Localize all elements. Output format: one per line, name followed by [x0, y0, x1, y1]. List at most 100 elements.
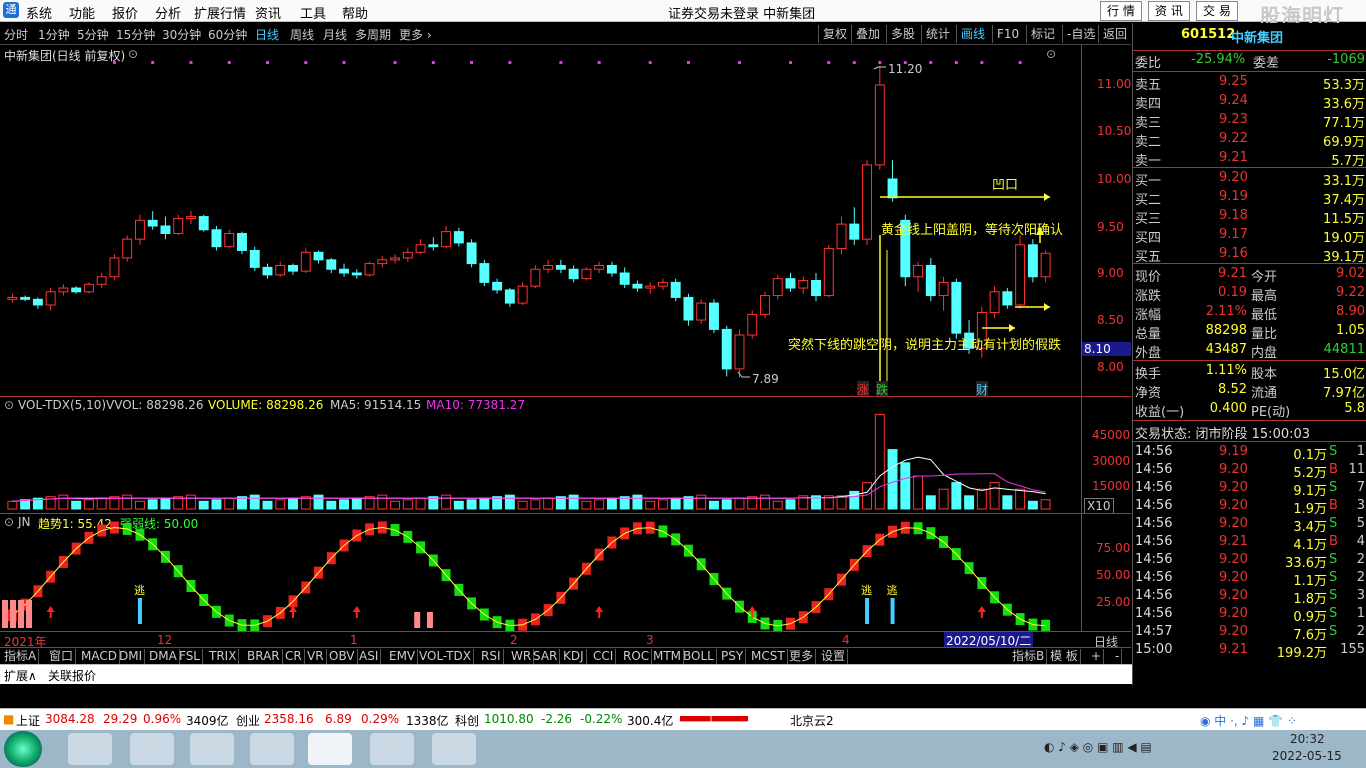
indicator-tab[interactable]: ASI: [357, 649, 382, 664]
indicator-tab[interactable]: BRAR: [245, 649, 283, 664]
volume-bar: [504, 494, 515, 510]
tab-1min[interactable]: 1分钟: [38, 26, 70, 43]
taskbar-trade-icon[interactable]: [432, 733, 476, 765]
taskbar-browser-icon[interactable]: [250, 733, 294, 765]
tab-fenshi[interactable]: 分时: [4, 26, 28, 43]
tag-finance[interactable]: 财: [976, 381, 989, 396]
related-quote-tab[interactable]: 关联报价: [48, 667, 96, 684]
tab-30min[interactable]: 30分钟: [162, 26, 201, 43]
jn-chart[interactable]: 逃逃逃: [0, 514, 1081, 631]
indicator-tab[interactable]: EMV: [387, 649, 419, 664]
menu-item-news[interactable]: 资讯: [255, 3, 281, 22]
tab-weekly[interactable]: 周线: [290, 26, 314, 43]
toolbar-draw-line[interactable]: 画线: [956, 25, 989, 43]
indicator-tab[interactable]: VOL-TDX: [417, 649, 474, 664]
indicator-tab[interactable]: 更多: [787, 649, 817, 664]
toolbar-mark[interactable]: 标记: [1026, 25, 1059, 43]
app-logo-icon[interactable]: 通: [3, 2, 19, 18]
toolbar-restore-right[interactable]: 复权: [818, 25, 851, 43]
tab-15min[interactable]: 15分钟: [116, 26, 155, 43]
volume-bar: [785, 499, 796, 510]
indicator-tab[interactable]: FSL: [177, 649, 203, 664]
indicator-tab[interactable]: MACD: [79, 649, 120, 664]
stat-value: 8.90: [1336, 304, 1365, 319]
quote-mode-button[interactable]: 行 情: [1100, 1, 1142, 21]
taskbar-wechat-icon[interactable]: [370, 733, 414, 765]
start-button-icon[interactable]: [4, 731, 42, 767]
server-name[interactable]: 北京云2: [790, 712, 834, 729]
tag-fall[interactable]: 跌: [876, 381, 889, 396]
index-status-icon[interactable]: ■: [3, 712, 14, 726]
volume-bar: [147, 499, 158, 510]
indicator-tab[interactable]: MTM: [651, 649, 685, 664]
tab-daily[interactable]: 日线: [255, 26, 279, 43]
indicator-tab[interactable]: ROC: [621, 649, 653, 664]
jn-panel[interactable]: ⊙ JN 趋势1: 55.42 强弱线: 50.00 逃逃逃 75.00 50.…: [0, 514, 1131, 631]
indicator-tab[interactable]: MCST: [749, 649, 788, 664]
indicator-tab[interactable]: PSY: [719, 649, 747, 664]
tick-volume: 199.2万: [1276, 646, 1327, 661]
tag-rise[interactable]: 涨: [857, 381, 870, 396]
toolbar-overlay[interactable]: 叠加: [851, 25, 884, 43]
toolbar-statistics[interactable]: 统计: [921, 25, 954, 43]
stat2-value: 1.11%: [1205, 363, 1247, 378]
toolbar-back[interactable]: 返回: [1098, 25, 1131, 43]
tab-60min[interactable]: 60分钟: [208, 26, 247, 43]
taskbar-refresh-icon[interactable]: [130, 733, 174, 765]
tab-more[interactable]: 更多 ›: [399, 26, 432, 43]
menu-item-help[interactable]: 帮助: [342, 3, 368, 22]
menu-item-analysis[interactable]: 分析: [155, 3, 181, 22]
indicator-right-button[interactable]: 指标B: [1010, 649, 1048, 664]
volume-chart[interactable]: [0, 397, 1081, 514]
kline-panel[interactable]: 中新集团(日线 前复权) ⊙ ⊙ 11.00 10.50 10.00 9.50 …: [0, 45, 1131, 397]
indicator-tab[interactable]: CR: [283, 649, 305, 664]
indicator-tab[interactable]: CCI: [591, 649, 617, 664]
taskbar-chart-icon[interactable]: [190, 733, 234, 765]
indicator-tab[interactable]: OBV: [327, 649, 358, 664]
indicator-tab[interactable]: DMI: [117, 649, 146, 664]
candle-body: [479, 263, 490, 283]
toolbar-f10[interactable]: F10: [992, 25, 1023, 43]
taskbar-stock-app-icon[interactable]: [308, 733, 352, 765]
indicator-tab[interactable]: BOLL: [681, 649, 717, 664]
indicator-tab[interactable]: 指标A: [2, 649, 40, 664]
tab-5min[interactable]: 5分钟: [77, 26, 109, 43]
candle-body: [874, 84, 885, 166]
candle-body: [862, 164, 873, 240]
tab-monthly[interactable]: 月线: [323, 26, 347, 43]
menu-item-system[interactable]: 系统: [26, 3, 52, 22]
indicator-tab[interactable]: 设置: [819, 649, 849, 664]
indicator-tab[interactable]: 窗口: [47, 649, 77, 664]
taskbar-app-icon[interactable]: [68, 733, 112, 765]
tab-multi-period[interactable]: 多周期: [355, 26, 391, 43]
trade-mode-button[interactable]: 交 易: [1196, 1, 1238, 21]
menu-item-ext-market[interactable]: 扩展行情: [194, 3, 246, 22]
clock-date[interactable]: 2022-05-15: [1272, 749, 1342, 763]
toolbar-multi-stock[interactable]: 多股: [886, 25, 919, 43]
indicator-tab[interactable]: VR: [305, 649, 327, 664]
volume-panel[interactable]: ⊙ VOL-TDX(5,10) VVOL: 88298.26 VOLUME: 8…: [0, 397, 1131, 514]
candle-body: [364, 263, 375, 276]
volume-bar: [275, 499, 286, 510]
menu-item-quote[interactable]: 报价: [112, 3, 138, 22]
indicator-right-button[interactable]: -: [1113, 649, 1123, 664]
clock-time[interactable]: 20:32: [1290, 732, 1325, 746]
ext-toggle-button[interactable]: 扩展∧: [4, 667, 37, 684]
indicator-right-button[interactable]: +: [1089, 649, 1105, 664]
menu-item-tools[interactable]: 工具: [300, 3, 326, 22]
indicator-tab[interactable]: RSI: [479, 649, 504, 664]
indicator-tab[interactable]: DMA: [147, 649, 180, 664]
indicator-right-button[interactable]: 模 板: [1048, 649, 1081, 664]
kc-label[interactable]: 科创: [455, 712, 479, 729]
cy-label[interactable]: 创业: [236, 712, 260, 729]
indicator-tab[interactable]: SAR: [531, 649, 561, 664]
indicator-tab[interactable]: KDJ: [561, 649, 587, 664]
ime-toolbar-icon[interactable]: ◉ 中 ·, ♪ ▦ 👕 ⁘: [1200, 712, 1297, 729]
menu-item-function[interactable]: 功能: [69, 3, 95, 22]
tray-icons[interactable]: ◐ ♪ ◈ ◎ ▣ ▥ ◀ ▤: [1044, 740, 1152, 754]
signal-marker: [559, 61, 563, 64]
toolbar-add-watchlist[interactable]: -自选: [1062, 25, 1099, 43]
indicator-tab[interactable]: TRIX: [207, 649, 240, 664]
sh-label[interactable]: 上证: [16, 712, 40, 729]
news-mode-button[interactable]: 资 讯: [1148, 1, 1190, 21]
